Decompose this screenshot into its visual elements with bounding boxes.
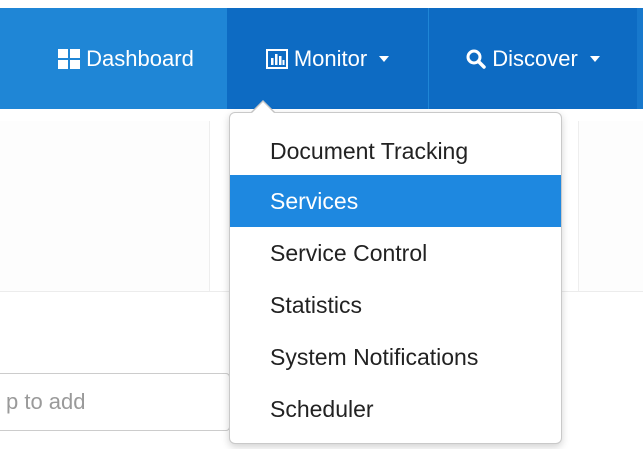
menu-item-label: System Notifications — [270, 343, 479, 370]
bar-chart-icon — [265, 48, 288, 69]
navbar-overflow-edge — [637, 8, 643, 109]
navbar-top-strip — [0, 0, 643, 8]
add-input[interactable] — [0, 373, 230, 431]
nav-monitor[interactable]: Monitor — [227, 8, 428, 109]
right-content-panel — [578, 121, 643, 291]
top-navbar: Dashboard Monitor Discover — [0, 0, 643, 109]
chevron-down-icon — [589, 55, 600, 62]
menu-item-statistics[interactable]: Statistics — [230, 279, 561, 331]
nav-discover[interactable]: Discover — [429, 8, 637, 109]
menu-item-label: Document Tracking — [270, 137, 469, 164]
menu-item-services[interactable]: Services — [230, 175, 561, 227]
menu-item-scheduler[interactable]: Scheduler — [230, 383, 561, 435]
monitor-dropdown-menu: Document Tracking Services Service Contr… — [229, 112, 562, 444]
menu-item-service-control[interactable]: Service Control — [230, 227, 561, 279]
menu-item-document-tracking[interactable]: Document Tracking — [230, 125, 561, 177]
menu-item-label: Scheduler — [270, 395, 374, 422]
nav-monitor-label: Monitor — [293, 45, 368, 71]
menu-item-label: Statistics — [270, 291, 363, 318]
search-icon — [466, 49, 486, 69]
left-content-panel — [0, 121, 210, 291]
nav-dashboard[interactable]: Dashboard — [26, 8, 226, 109]
menu-item-label: Services — [270, 187, 359, 214]
menu-item-label: Service Control — [270, 239, 428, 266]
nav-dashboard-label: Dashboard — [86, 45, 194, 71]
grid-icon — [58, 48, 81, 69]
dropdown-pointer-fill — [252, 102, 274, 113]
menu-item-system-notifications[interactable]: System Notifications — [230, 331, 561, 383]
nav-discover-label: Discover — [492, 45, 578, 71]
chevron-down-icon — [379, 55, 390, 62]
